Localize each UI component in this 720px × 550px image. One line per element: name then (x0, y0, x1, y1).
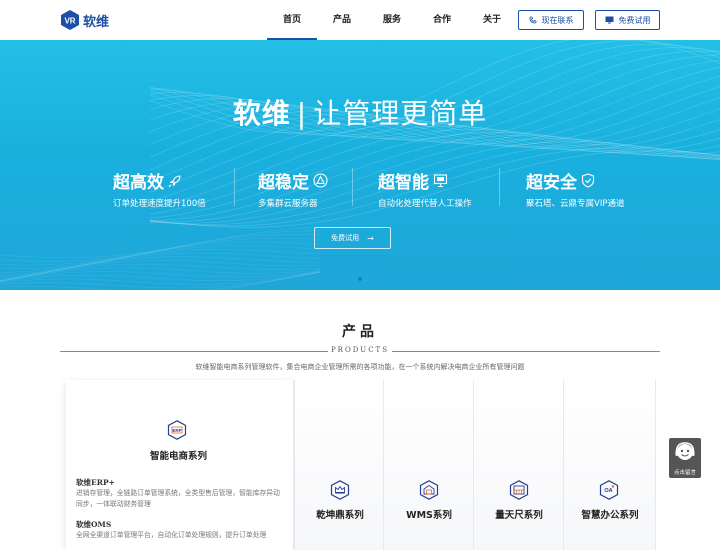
product-cards: ERP 智能电商系列 软维ERP+ 进销存管理，全链路订单管理系统，全类型售后管… (66, 380, 656, 550)
feature-secure: 超安全 聚石塔、云鼎专属VIP通道 (526, 168, 624, 209)
svg-text:VR: VR (64, 17, 75, 26)
svg-text:OA: OA (604, 488, 612, 494)
product-card-wms[interactable]: WMS系列 (384, 380, 474, 550)
nav-services[interactable]: 服务 (367, 0, 417, 40)
phone-icon (529, 16, 536, 24)
customer-service-icon (675, 442, 695, 460)
ruler-icon (509, 480, 529, 500)
feature-subtitle: 自动化处理代替人工操作 (378, 199, 472, 209)
product-item-title: 软维ERP+ (76, 478, 115, 487)
product-item-desc: 全网全渠道订单管理平台，自动化订单处理规则，提升订单处理 (76, 531, 267, 539)
contact-now-button[interactable]: 现在联系 (518, 10, 584, 30)
contact-now-label: 现在联系 (541, 15, 574, 25)
feature-smart: 超智能 自动化处理代替人工操作 (378, 168, 472, 209)
hero-free-trial-label: 免费试用 (331, 234, 360, 242)
svg-text:ERP: ERP (172, 428, 181, 433)
oa-icon: OA (599, 480, 619, 500)
feature-divider (499, 168, 500, 206)
warehouse-icon (419, 480, 439, 500)
hero-title-slogan: 让管理更简单 (313, 97, 488, 130)
free-trial-label: 免费试用 (618, 15, 651, 25)
product-card-name: 乾坤鼎系列 (316, 510, 364, 521)
feature-title: 超安全 (526, 173, 577, 193)
product-card-name: WMS系列 (406, 510, 452, 521)
erp-icon: ERP (167, 420, 187, 440)
feature-title: 超稳定 (258, 173, 309, 193)
products-subtitle-en: PRODUCTS (328, 346, 392, 357)
feature-title: 超智能 (378, 173, 429, 193)
carousel-dots (356, 277, 364, 281)
nav-about[interactable]: 关于 (467, 0, 517, 40)
feature-divider (234, 168, 235, 206)
feature-subtitle: 多集群云服务器 (258, 199, 318, 209)
product-card-qiankunding[interactable]: 乾坤鼎系列 (294, 380, 384, 550)
product-card-name: 量天尺系列 (495, 510, 543, 521)
main-nav: 首页 产品 服务 合作 关于 (267, 0, 517, 40)
hero-banner: 软维 | 让管理更简单 超高效 订单处理速度提升100倍 超稳定 多集群云服务器 超… (0, 40, 720, 290)
carousel-dot[interactable] (358, 277, 362, 281)
product-card-name: 智能电商系列 (150, 451, 208, 462)
message-widget-label: 点击留言 (673, 470, 696, 476)
logo-text: 软维 (83, 14, 110, 30)
arrow-right-icon: → (367, 233, 374, 243)
hero-wave-background (0, 40, 720, 290)
feature-efficient: 超高效 订单处理速度提升100倍 (113, 168, 206, 209)
shield-check-icon (581, 173, 595, 188)
hero-title-brand: 软维 (232, 97, 291, 130)
products-title: 产品 (342, 324, 378, 340)
feature-subtitle: 订单处理速度提升100倍 (113, 199, 206, 209)
nav-products[interactable]: 产品 (317, 0, 367, 40)
rocket-icon (168, 174, 181, 187)
hero-free-trial-button[interactable]: 免费试用 → (314, 227, 391, 249)
feature-stable: 超稳定 多集群云服务器 (258, 168, 328, 209)
product-card-ecommerce[interactable]: ERP 智能电商系列 软维ERP+ 进销存管理，全链路订单管理系统，全类型售后管… (66, 380, 294, 550)
computer-icon (433, 173, 448, 187)
products-description: 软维智能电商系列管理软件，集合电商企业管理所需的各项功能，在一个系统内解决电商企… (195, 363, 525, 371)
product-card-smart-office[interactable]: OA 智慧办公系列 (564, 380, 656, 550)
logo-hexagon-icon: VR (61, 10, 79, 30)
product-item-desc: 进销存管理，全链路订单管理系统，全类型售后管理，智能库存异动同步，一体联动财务管… (76, 489, 280, 508)
hero-title-separator: | (296, 97, 308, 130)
free-trial-button[interactable]: 免费试用 (595, 10, 660, 30)
monitor-icon (605, 16, 613, 24)
message-widget[interactable]: 点击留言 (669, 438, 701, 478)
feature-title: 超高效 (113, 173, 164, 193)
logo[interactable]: VR 软维 (60, 10, 109, 30)
feature-divider (352, 168, 353, 206)
product-card-name: 智慧办公系列 (581, 510, 639, 521)
hero-title: 软维 | 让管理更简单 (0, 92, 720, 132)
stable-triangle-icon (313, 173, 328, 188)
feature-subtitle: 聚石塔、云鼎专属VIP通道 (526, 199, 625, 209)
product-card-liangtianchi[interactable]: 量天尺系列 (474, 380, 564, 550)
product-item-title: 软维OMS (76, 520, 112, 529)
nav-cooperation[interactable]: 合作 (417, 0, 467, 40)
crown-icon (330, 480, 350, 500)
top-header: VR 软维 首页 产品 服务 合作 关于 现在联系 免费试用 (0, 0, 720, 40)
nav-home[interactable]: 首页 (267, 0, 317, 40)
